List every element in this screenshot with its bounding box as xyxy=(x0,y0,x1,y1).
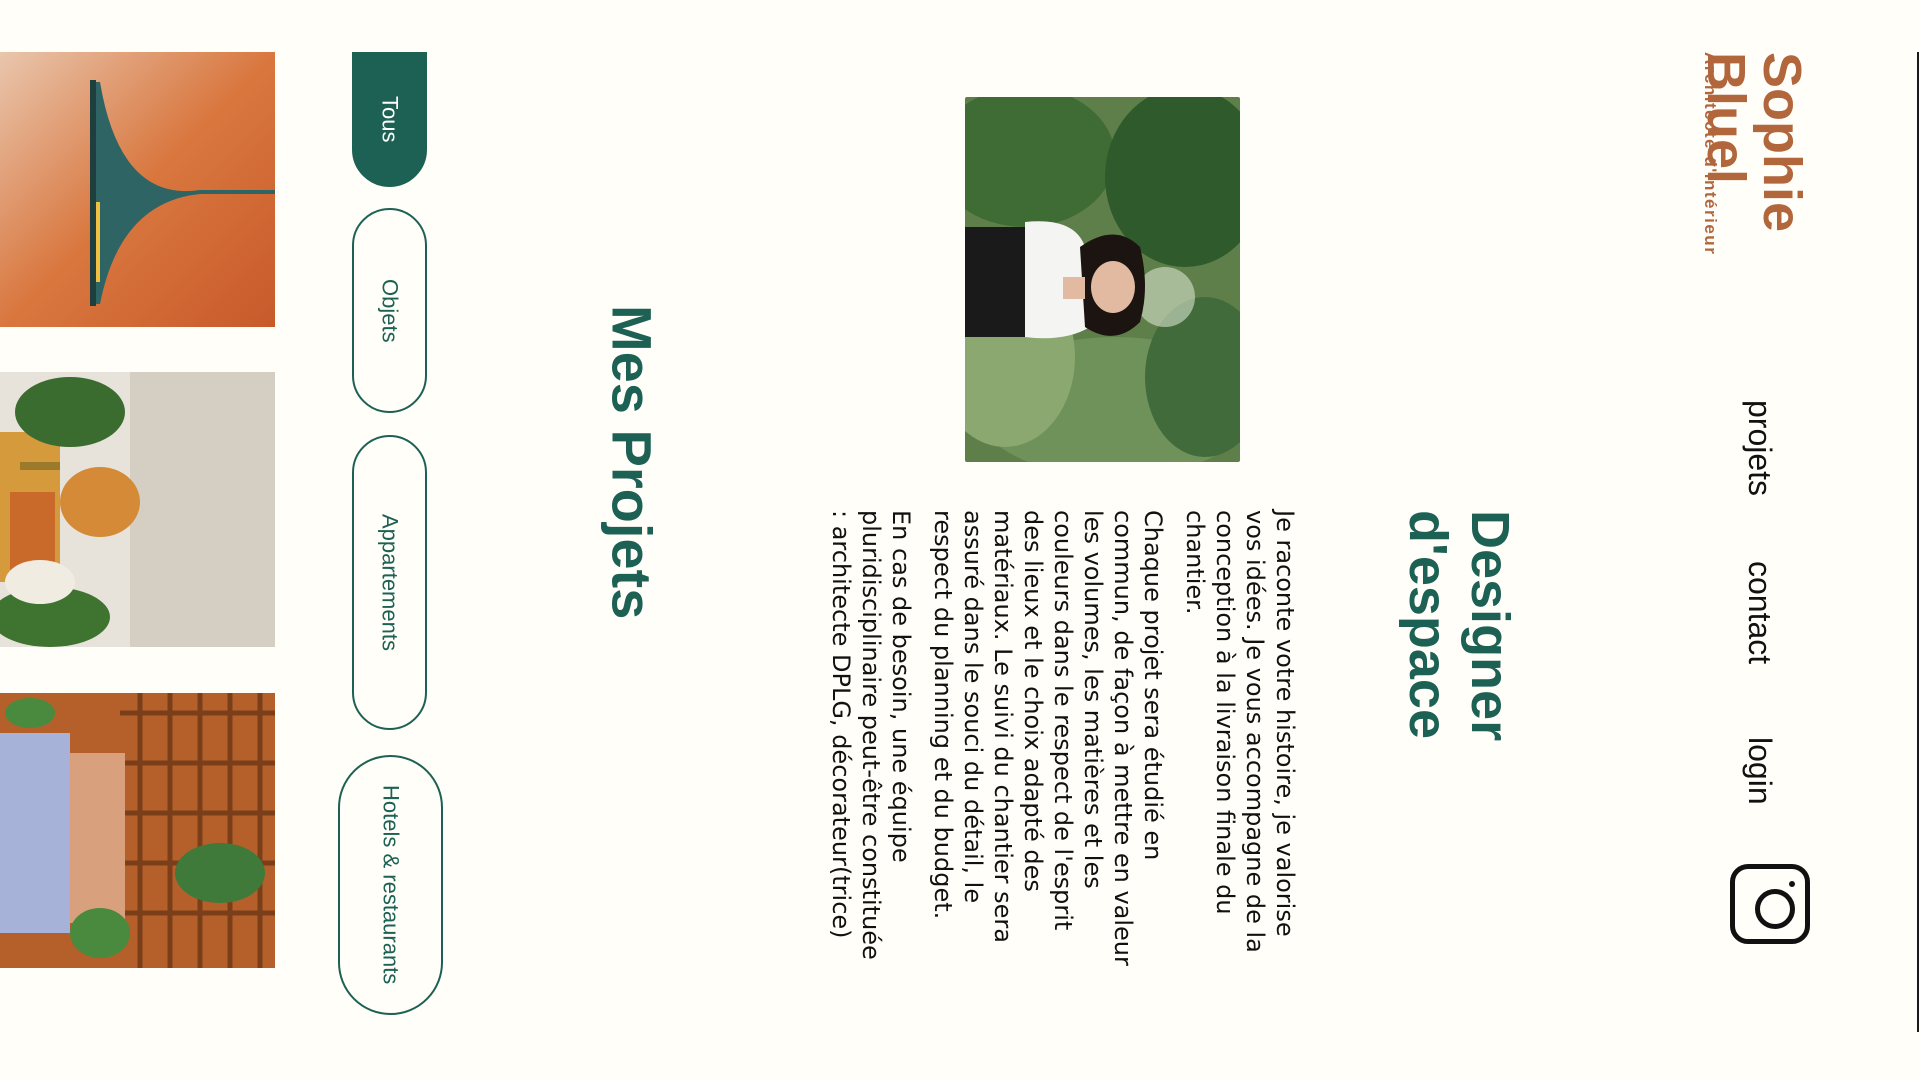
portfolio-title: Mes Projets xyxy=(600,305,664,620)
intro-paragraph-3: En cas de besoin, une équipe pluridiscip… xyxy=(827,510,915,960)
nav-link-contact[interactable]: contact xyxy=(1740,561,1780,664)
gallery-image-apartment[interactable] xyxy=(0,372,275,647)
main-nav: projets contact login xyxy=(1740,395,1780,835)
page-edge-divider xyxy=(1917,52,1919,1032)
intro-text: Je raconte votre histoire, je valorise v… xyxy=(730,510,1300,970)
filter-appartements-button[interactable]: Appartements xyxy=(352,435,427,730)
instagram-lens xyxy=(1755,889,1795,929)
filter-tous-button[interactable]: Tous xyxy=(352,52,427,187)
nav-link-projets[interactable]: projets xyxy=(1740,400,1780,496)
nav-link-login[interactable]: login xyxy=(1740,737,1780,805)
intro-paragraph-2: Chaque projet sera étudié en commun, de … xyxy=(929,510,1167,966)
brand-name[interactable]: Sophie Bluel xyxy=(1696,52,1812,312)
instagram-icon[interactable] xyxy=(1730,864,1810,944)
intro-title: Designer d'espace xyxy=(1398,510,1521,742)
gallery-image-lamp[interactable] xyxy=(0,52,275,327)
filter-objets-button[interactable]: Objets xyxy=(352,208,427,413)
gallery-image-restaurant[interactable] xyxy=(0,693,275,968)
filter-hotels-restaurants-button[interactable]: Hotels & restaurants xyxy=(338,755,443,1015)
architect-portrait xyxy=(965,97,1240,462)
brand-tagline: Architecte d'intérieur xyxy=(1701,52,1720,256)
instagram-dot xyxy=(1789,881,1795,887)
intro-paragraph-1: Je raconte votre histoire, je valorise v… xyxy=(1181,510,1299,953)
